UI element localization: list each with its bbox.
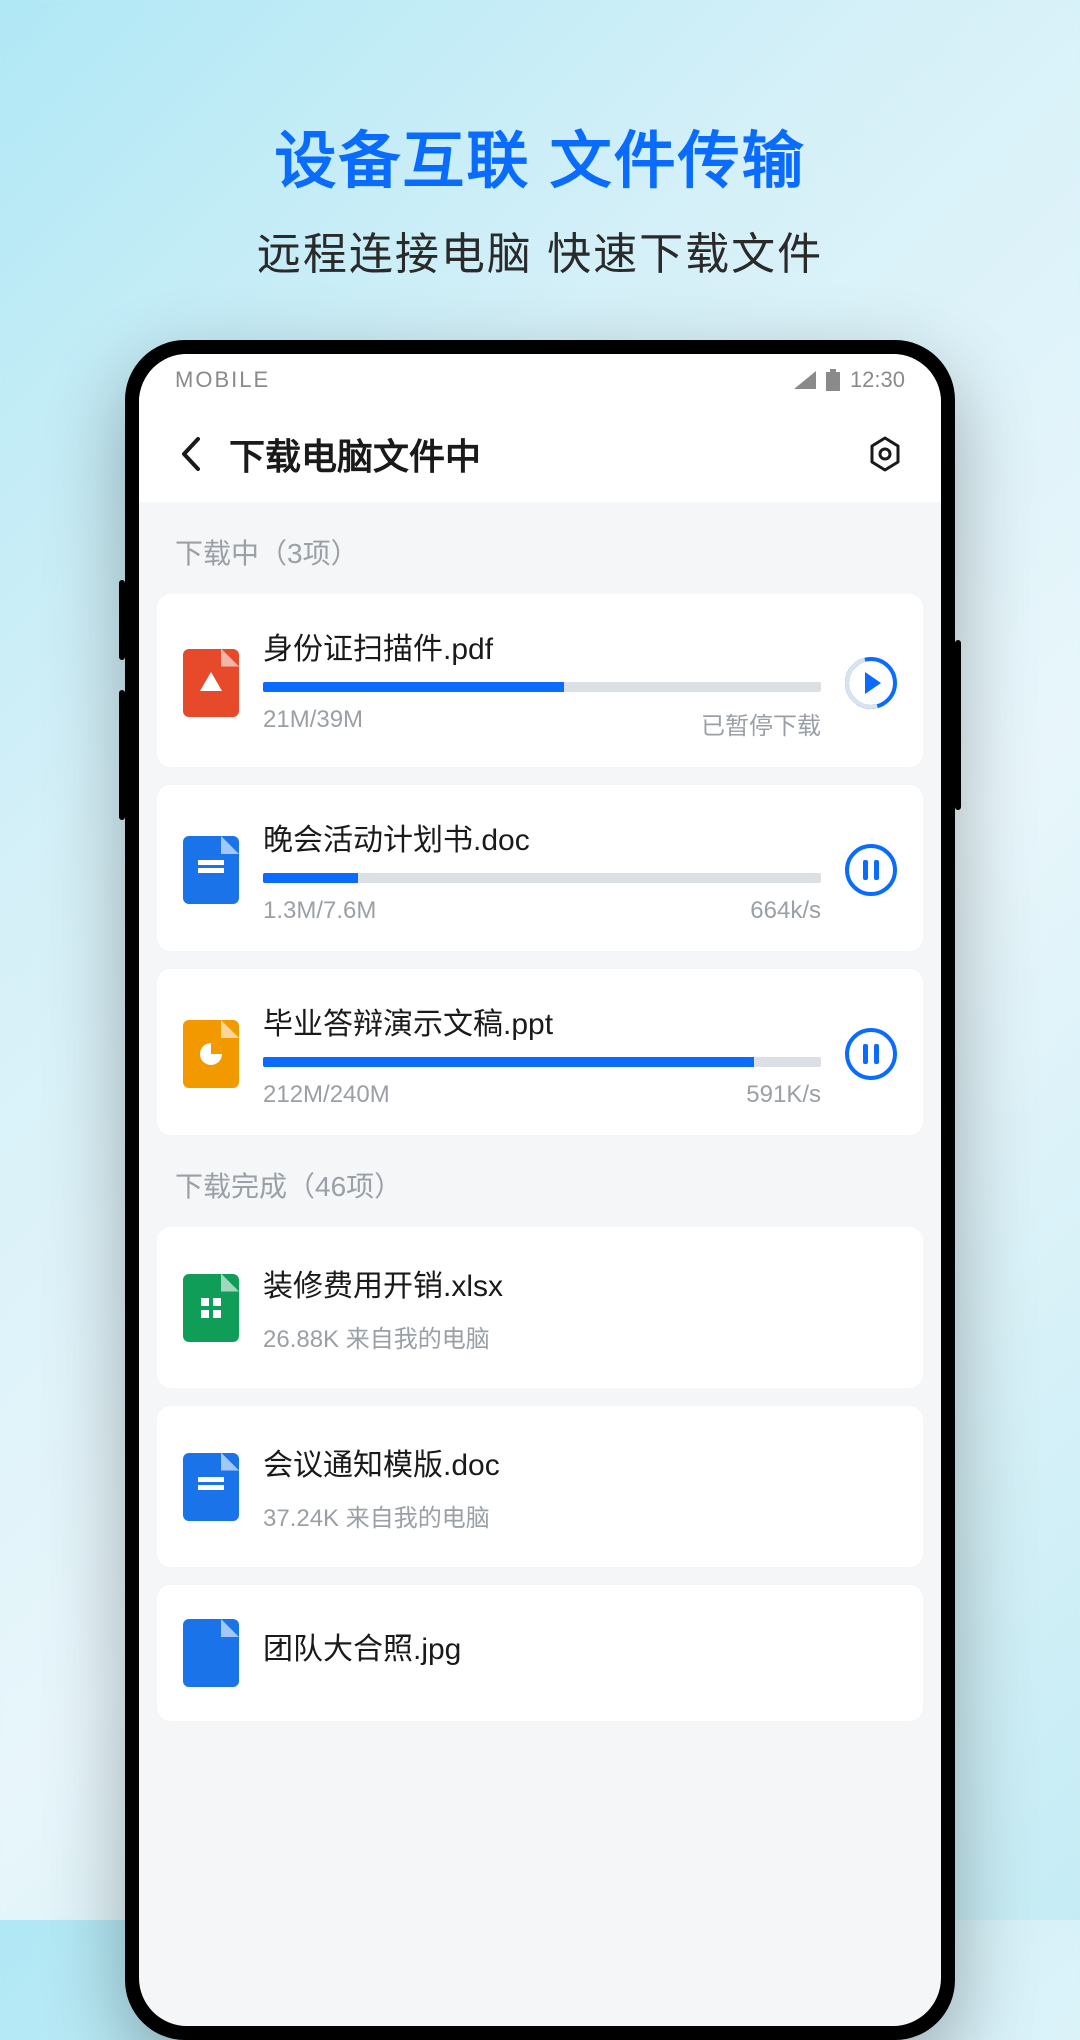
pause-button[interactable] <box>845 844 897 896</box>
section-header-downloading: 下载中（3项） <box>139 502 941 594</box>
settings-button[interactable] <box>857 426 913 482</box>
file-name: 装修费用开销.xlsx <box>263 1261 897 1305</box>
file-name: 身份证扫描件.pdf <box>263 624 821 668</box>
status-time: 12:30 <box>850 367 905 393</box>
file-name: 会议通知模版.doc <box>263 1440 897 1484</box>
section-header-completed: 下载完成（46项） <box>139 1135 941 1227</box>
status-bar: MOBILE 12:30 <box>139 354 941 406</box>
progress-bar <box>263 873 821 883</box>
app-bar: 下载电脑文件中 <box>139 406 941 502</box>
phone-frame: MOBILE 12:30 下载电脑文件中 <box>125 340 955 2040</box>
doc-glyph-icon <box>198 1477 224 1497</box>
status-carrier: MOBILE <box>175 367 270 393</box>
phone-side-button <box>119 580 125 660</box>
file-name: 团队大合照.jpg <box>263 1624 897 1668</box>
resume-button[interactable] <box>845 657 897 709</box>
file-status: 已暂停下载 <box>701 706 821 741</box>
play-icon <box>865 672 881 694</box>
completed-list: 装修费用开销.xlsx 26.88K 来自我的电脑 会议通知模版.doc 37.… <box>139 1227 941 1721</box>
promo-subtitle: 远程连接电脑 快速下载文件 <box>0 218 1080 282</box>
chevron-left-icon <box>180 437 202 471</box>
file-meta: 26.88K 来自我的电脑 <box>263 1319 897 1354</box>
progress-bar <box>263 682 821 692</box>
signal-icon <box>794 371 816 389</box>
pause-icon <box>863 1044 879 1064</box>
phone-side-button <box>955 640 961 810</box>
download-item[interactable]: 毕业答辩演示文稿.ppt 212M/240M 591K/s <box>157 969 923 1135</box>
progress-fill <box>263 1057 754 1067</box>
pause-icon <box>863 860 879 880</box>
pause-button[interactable] <box>845 1028 897 1080</box>
progress-fill <box>263 682 564 692</box>
progress-bar <box>263 1057 821 1067</box>
file-size: 212M/240M <box>263 1081 390 1109</box>
xlsx-file-icon <box>183 1274 239 1342</box>
phone-screen: MOBILE 12:30 下载电脑文件中 <box>139 354 941 2026</box>
file-status: 591K/s <box>746 1081 821 1109</box>
phone-side-button <box>119 690 125 820</box>
settings-icon <box>865 434 905 474</box>
progress-fill <box>263 873 358 883</box>
file-name: 毕业答辩演示文稿.ppt <box>263 999 821 1043</box>
doc-file-icon <box>183 836 239 904</box>
download-item[interactable]: 身份证扫描件.pdf 21M/39M 已暂停下载 <box>157 594 923 767</box>
page-title: 下载电脑文件中 <box>229 428 857 480</box>
back-button[interactable] <box>163 426 219 482</box>
doc-glyph-icon <box>198 860 224 880</box>
download-item[interactable]: 晚会活动计划书.doc 1.3M/7.6M 664k/s <box>157 785 923 951</box>
doc-file-icon <box>183 1453 239 1521</box>
downloading-list: 身份证扫描件.pdf 21M/39M 已暂停下载 <box>139 594 941 1135</box>
promo-title: 设备互联 文件传输 <box>0 0 1080 200</box>
xlsx-glyph-icon <box>199 1296 223 1320</box>
file-meta: 37.24K 来自我的电脑 <box>263 1498 897 1533</box>
completed-item[interactable]: 团队大合照.jpg <box>157 1585 923 1721</box>
file-name: 晚会活动计划书.doc <box>263 815 821 859</box>
ppt-file-icon <box>183 1020 239 1088</box>
battery-icon <box>826 369 840 391</box>
pdf-file-icon <box>183 649 239 717</box>
file-status: 664k/s <box>750 897 821 925</box>
file-size: 1.3M/7.6M <box>263 897 376 925</box>
file-size: 21M/39M <box>263 706 363 741</box>
ppt-glyph-icon <box>197 1040 225 1068</box>
pdf-glyph-icon <box>197 669 225 697</box>
completed-item[interactable]: 装修费用开销.xlsx 26.88K 来自我的电脑 <box>157 1227 923 1388</box>
completed-item[interactable]: 会议通知模版.doc 37.24K 来自我的电脑 <box>157 1406 923 1567</box>
jpg-file-icon <box>183 1619 239 1687</box>
